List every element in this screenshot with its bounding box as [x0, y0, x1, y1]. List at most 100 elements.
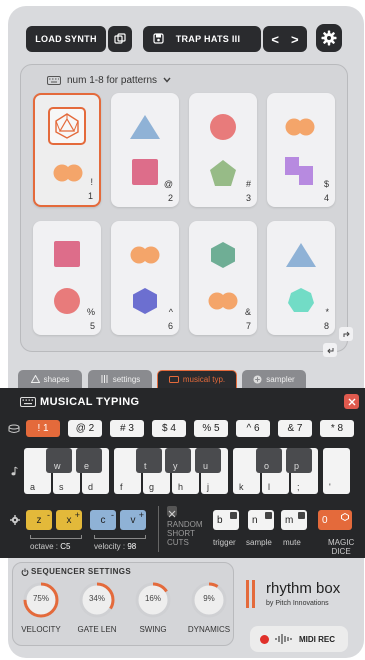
pad-3[interactable]: # 3 — [189, 93, 257, 207]
pattern-chip-4[interactable]: $ 4 — [152, 420, 186, 437]
chip-label: & 7 — [287, 423, 303, 434]
tab-sampler[interactable]: sampler — [242, 370, 306, 388]
sample-button[interactable]: n — [248, 510, 274, 530]
sliders-icon — [101, 375, 108, 383]
chip-label: ! 1 — [37, 423, 49, 434]
key-label: y — [173, 461, 178, 471]
octave-up-button[interactable]: x + — [56, 510, 82, 530]
double-circle-icon — [130, 246, 160, 264]
knob-velocity[interactable]: 75% VELOCITY — [21, 563, 61, 643]
pad-7[interactable]: & 7 — [189, 221, 257, 335]
close-button[interactable] — [344, 394, 359, 409]
velocity-down-button[interactable]: c - — [90, 510, 116, 530]
tab-settings[interactable]: settings — [88, 370, 152, 388]
key-label: e — [84, 461, 90, 471]
pentagon-icon — [210, 160, 236, 186]
magic-dice-button[interactable]: 0 — [318, 510, 352, 530]
pad-6[interactable]: ^ 6 — [111, 221, 179, 335]
pattern-chip-6[interactable]: ^ 6 — [236, 420, 270, 437]
pad-key: @ — [163, 179, 173, 189]
tab-musical-typing[interactable]: musical typ. — [157, 370, 237, 388]
dice-label-line: DICE — [331, 547, 351, 556]
black-key-t[interactable]: t — [136, 448, 162, 473]
settings-button[interactable] — [316, 24, 342, 52]
chip-label: # 3 — [120, 423, 134, 434]
preset-selector[interactable]: TRAP HATS III — [143, 26, 261, 52]
pattern-mode-dropdown[interactable]: num 1-8 for patterns — [47, 73, 171, 87]
tab-label: musical typ. — [182, 375, 226, 384]
mute-label: mute — [283, 538, 301, 547]
minus-sign: - — [47, 510, 50, 520]
key-label: t — [144, 461, 147, 471]
black-key-u[interactable]: u — [195, 448, 221, 473]
pad-4[interactable]: $ 4 — [267, 93, 335, 207]
octave-bracket — [30, 535, 82, 539]
pad-2[interactable]: @ 2 — [111, 93, 179, 207]
divider — [158, 506, 159, 552]
octave-down-button[interactable]: z - — [26, 510, 52, 530]
pattern-chip-7[interactable]: & 7 — [278, 420, 312, 437]
music-note-icon — [11, 466, 18, 476]
random-label-line: CUTS — [167, 538, 189, 547]
trigger-button[interactable]: b — [213, 510, 239, 530]
black-key-w[interactable]: w — [46, 448, 72, 473]
tab-label: settings — [112, 374, 141, 384]
key-label: u — [203, 461, 209, 471]
pad-key: $ — [323, 179, 329, 189]
black-key-e[interactable]: e — [76, 448, 102, 473]
prev-preset-button[interactable]: < — [271, 32, 279, 47]
pad-number: 7 — [245, 321, 251, 331]
pad-key: % — [86, 307, 95, 317]
knob-gate-len[interactable]: 34% GATE LEN — [77, 563, 117, 643]
knob-value: 75% — [32, 594, 49, 603]
pad-number: 2 — [167, 193, 173, 203]
key-label: 0 — [322, 514, 328, 526]
triangle-icon — [30, 375, 40, 383]
midi-rec-button[interactable]: MIDI REC — [250, 626, 348, 652]
key-label: j — [207, 482, 209, 492]
double-circle-icon — [53, 164, 83, 182]
pattern-chip-1[interactable]: ! 1 — [26, 420, 60, 437]
pattern-chip-2[interactable]: @ 2 — [68, 420, 102, 437]
knob-dynamics[interactable]: 9% DYNAMICS — [188, 563, 230, 643]
pad-5[interactable]: % 5 — [33, 221, 101, 335]
mute-button[interactable]: m — [281, 510, 307, 530]
copy-button[interactable] — [108, 26, 132, 52]
white-key-quote[interactable]: ' — [323, 448, 350, 494]
octave-readout: octave : C5 — [30, 542, 70, 551]
pattern-chip-3[interactable]: # 3 — [110, 420, 144, 437]
knob-swing[interactable]: 16% SWING — [133, 563, 173, 643]
velocity-up-button[interactable]: v + — [120, 510, 146, 530]
knob-label: GATE LEN — [77, 625, 117, 634]
tab-label: shapes — [43, 374, 70, 384]
key-label: l — [268, 482, 270, 492]
velocity-label: velocity : — [94, 542, 126, 551]
chip-label: $ 4 — [162, 423, 176, 434]
undo-button[interactable] — [323, 343, 337, 357]
load-synth-label: LOAD SYNTH — [35, 34, 97, 44]
load-synth-button[interactable]: LOAD SYNTH — [26, 26, 106, 52]
velocity-value: 98 — [127, 542, 137, 551]
random-icon — [298, 512, 305, 519]
sequencer-settings: SEQUENCER SETTINGS 75% VELOCITY 34% GATE LE… — [12, 562, 234, 646]
pad-key: ! — [90, 177, 93, 187]
next-preset-button[interactable]: > — [291, 32, 299, 47]
redo-button[interactable] — [339, 327, 353, 341]
black-key-o[interactable]: o — [256, 448, 282, 473]
pattern-chip-5[interactable]: % 5 — [194, 420, 228, 437]
keyboard-icon — [20, 397, 36, 407]
brand-name: rhythm box — [266, 580, 341, 597]
black-key-p[interactable]: p — [286, 448, 312, 473]
random-icon[interactable] — [167, 506, 177, 518]
pad-1[interactable]: ! 1 — [33, 93, 101, 207]
pad-number: 6 — [167, 321, 173, 331]
keyboard-icon — [168, 376, 179, 383]
pattern-chip-8[interactable]: * 8 — [320, 420, 354, 437]
key-label: f — [120, 482, 123, 492]
black-key-y[interactable]: y — [165, 448, 191, 473]
key-label: h — [178, 482, 184, 492]
key-label: x — [66, 514, 72, 526]
top-bar: LOAD SYNTH TRAP HATS III < > — [18, 22, 348, 56]
tab-shapes[interactable]: shapes — [18, 370, 82, 388]
pad-8[interactable]: * 8 — [267, 221, 335, 335]
